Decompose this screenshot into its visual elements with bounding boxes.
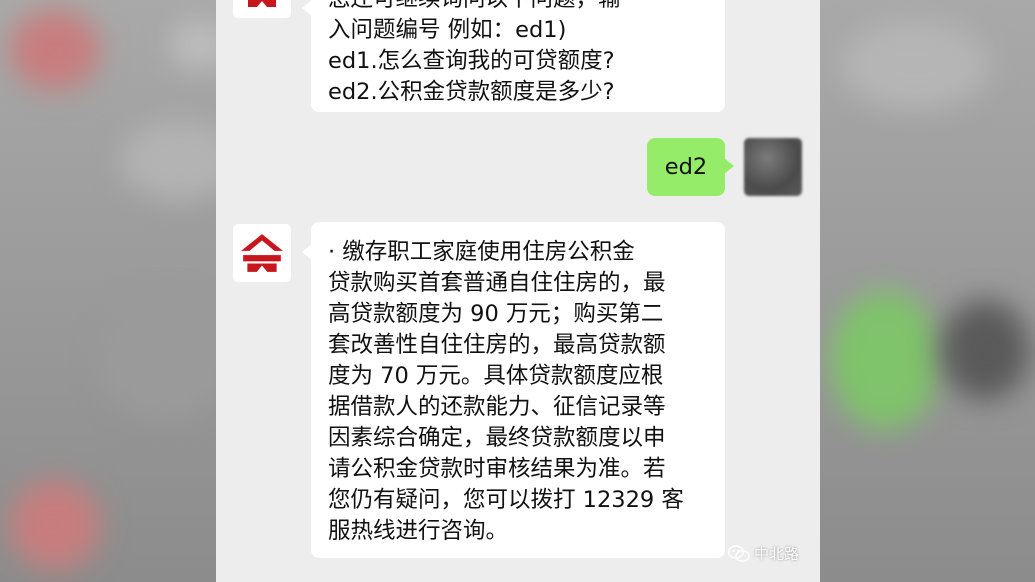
message-line: 度为 70 万元。具体贷款额度应根 xyxy=(328,363,664,389)
message-line: 服热线进行咨询。 xyxy=(328,518,509,544)
message-line: ed1.怎么查询我的可贷额度? xyxy=(328,48,615,74)
message-line: 您仍有疑问，您可以拨打 12329 客 xyxy=(328,487,684,513)
message-line: 入问题编号 例如：ed1) xyxy=(328,17,567,43)
bot-avatar[interactable] xyxy=(233,224,291,282)
message-line: 套改善性自住住房的，最高贷款额 xyxy=(328,332,666,358)
message-line: · 缴存职工家庭使用住房公积金 xyxy=(328,239,635,265)
watermark: 中北路 xyxy=(728,543,799,564)
blurred-background-left xyxy=(0,0,216,582)
user-message-text: ed2 xyxy=(664,153,708,180)
message-line: 您还可继续询问以下问题，输 xyxy=(328,0,713,15)
housing-fund-logo-icon xyxy=(248,0,276,7)
user-message: ed2 xyxy=(647,138,734,196)
chat-window[interactable]: 您还可继续询问以下问题，输 入问题编号 例如：ed1) ed1.怎么查询我的可贷… xyxy=(216,0,820,582)
message-line: 据借款人的还款能力、征信记录等 xyxy=(328,394,666,420)
watermark-text: 中北路 xyxy=(754,545,800,563)
bot-message-options: 您还可继续询问以下问题，输 入问题编号 例如：ed1) ed1.怎么查询我的可贷… xyxy=(302,0,725,112)
message-line: 高贷款额度为 90 万元；购买第二 xyxy=(328,301,664,327)
message-line: 贷款购买首套普通自住住房的，最 xyxy=(328,270,666,296)
wechat-icon xyxy=(728,544,750,562)
bot-avatar[interactable] xyxy=(233,0,291,18)
message-line: ed2.公积金贷款额度是多少? xyxy=(328,79,615,105)
message-line: 请公积金贷款时审核结果为准。若 xyxy=(328,456,666,482)
bot-message-answer: · 缴存职工家庭使用住房公积金 贷款购买首套普通自住住房的，最 高贷款额度为 9… xyxy=(302,222,725,558)
message-line: 因素综合确定，最终贷款额度以申 xyxy=(328,425,666,451)
user-avatar[interactable] xyxy=(744,138,802,196)
housing-fund-logo-icon xyxy=(241,234,283,272)
blurred-background-right xyxy=(820,0,1035,582)
